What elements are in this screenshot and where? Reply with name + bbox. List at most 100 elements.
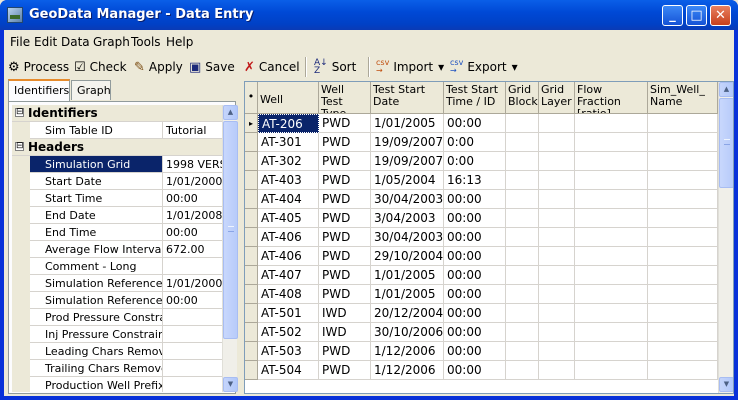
table-cell[interactable]: PWD	[319, 247, 371, 266]
table-cell[interactable]	[506, 152, 539, 171]
table-cell[interactable]	[506, 133, 539, 152]
row-selector[interactable]	[245, 209, 258, 228]
property-value[interactable]	[164, 343, 222, 359]
table-cell[interactable]	[539, 114, 575, 133]
row-selector[interactable]	[245, 152, 258, 171]
row-selector[interactable]	[245, 171, 258, 190]
table-cell[interactable]	[539, 285, 575, 304]
row-selector[interactable]	[245, 190, 258, 209]
table-cell[interactable]	[506, 209, 539, 228]
table-cell[interactable]: 00:00	[444, 190, 506, 209]
table-cell[interactable]: AT-302	[258, 152, 319, 171]
table-cell[interactable]: 1/12/2006	[371, 342, 444, 361]
tab-graph[interactable]: Graph	[71, 80, 111, 100]
row-selector[interactable]	[245, 247, 258, 266]
table-cell[interactable]	[575, 247, 648, 266]
category-headers[interactable]: ⊟ Headers	[12, 139, 222, 156]
table-cell[interactable]: 19/09/2007	[371, 152, 444, 171]
grid-scrollbar[interactable]: ▲ ▼	[718, 82, 733, 393]
export-button[interactable]: csv → Export ▾	[450, 58, 518, 76]
table-cell[interactable]	[648, 133, 718, 152]
column-header[interactable]: Flow Fraction [ratio]	[575, 82, 648, 114]
import-dropdown-arrow[interactable]: ▾	[438, 60, 444, 74]
table-cell[interactable]	[575, 209, 648, 228]
table-cell[interactable]	[575, 304, 648, 323]
column-header[interactable]: Well Test Type	[319, 82, 371, 114]
table-cell[interactable]: PWD	[319, 285, 371, 304]
grid-scroll-thumb[interactable]	[719, 98, 733, 188]
table-cell[interactable]: PWD	[319, 133, 371, 152]
table-cell[interactable]	[648, 247, 718, 266]
row-selector[interactable]	[245, 266, 258, 285]
table-cell[interactable]	[575, 190, 648, 209]
app-icon[interactable]	[7, 7, 23, 23]
table-cell[interactable]: 29/10/2004	[371, 247, 444, 266]
table-cell[interactable]: AT-501	[258, 304, 319, 323]
table-cell[interactable]	[539, 266, 575, 285]
property-row[interactable]: Average Flow Interval [672.00	[12, 241, 222, 258]
table-cell[interactable]: 00:00	[444, 228, 506, 247]
scroll-down-button[interactable]: ▼	[223, 377, 238, 392]
table-cell[interactable]: AT-406	[258, 228, 319, 247]
close-button[interactable]: ✕	[710, 5, 731, 26]
column-header[interactable]: Grid Layer	[539, 82, 575, 114]
property-value[interactable]: 1/01/2000	[164, 173, 222, 189]
table-cell[interactable]: 1/01/2005	[371, 285, 444, 304]
column-header[interactable]: Test Start Date	[371, 82, 444, 114]
table-cell[interactable]: AT-504	[258, 361, 319, 380]
row-selector[interactable]	[245, 323, 258, 342]
table-cell[interactable]: AT-403	[258, 171, 319, 190]
export-dropdown-arrow[interactable]: ▾	[512, 60, 518, 74]
table-cell[interactable]: AT-301	[258, 133, 319, 152]
cancel-button[interactable]: ✗ Cancel	[244, 58, 300, 76]
row-selector[interactable]	[245, 133, 258, 152]
table-cell[interactable]: 00:00	[444, 114, 506, 133]
table-cell[interactable]	[506, 190, 539, 209]
panel-splitter[interactable]	[238, 80, 242, 394]
table-cell[interactable]	[539, 133, 575, 152]
minimize-button[interactable]: _	[662, 5, 683, 26]
row-selector[interactable]	[245, 342, 258, 361]
property-row[interactable]: Inj Pressure Constraint	[12, 326, 222, 343]
table-cell[interactable]	[539, 209, 575, 228]
scroll-thumb[interactable]	[223, 121, 238, 339]
row-selector[interactable]	[245, 228, 258, 247]
property-value[interactable]: 1/01/2008	[164, 207, 222, 223]
table-cell[interactable]	[648, 190, 718, 209]
table-cell[interactable]: AT-206	[258, 114, 319, 133]
table-cell[interactable]: 00:00	[444, 304, 506, 323]
table-cell[interactable]	[648, 228, 718, 247]
collapse-toggle-icon[interactable]: ⊟	[15, 108, 24, 117]
property-value[interactable]	[164, 377, 222, 392]
property-row[interactable]: End Date 1/01/2008	[12, 207, 222, 224]
table-cell[interactable]: 00:00	[444, 285, 506, 304]
property-value[interactable]	[164, 326, 222, 342]
grid-scroll-up-button[interactable]: ▲	[719, 82, 733, 97]
table-cell[interactable]: AT-404	[258, 190, 319, 209]
table-cell[interactable]	[575, 266, 648, 285]
table-cell[interactable]	[539, 304, 575, 323]
table-cell[interactable]	[539, 323, 575, 342]
table-cell[interactable]	[506, 323, 539, 342]
table-cell[interactable]: 00:00	[444, 247, 506, 266]
property-row[interactable]: Sim Table ID Tutorial	[12, 122, 222, 139]
table-cell[interactable]	[575, 342, 648, 361]
table-cell[interactable]: 1/01/2005	[371, 114, 444, 133]
table-cell[interactable]	[648, 361, 718, 380]
table-cell[interactable]	[506, 247, 539, 266]
table-cell[interactable]	[648, 323, 718, 342]
tab-identifiers[interactable]: Identifiers	[8, 79, 70, 101]
table-cell[interactable]: 00:00	[444, 209, 506, 228]
table-cell[interactable]: PWD	[319, 228, 371, 247]
table-cell[interactable]: 30/10/2006	[371, 323, 444, 342]
menu-file[interactable]: File	[10, 35, 30, 49]
table-cell[interactable]	[506, 114, 539, 133]
property-value[interactable]: 00:00	[164, 190, 222, 206]
table-cell[interactable]	[575, 114, 648, 133]
table-cell[interactable]: IWD	[319, 323, 371, 342]
table-cell[interactable]: AT-405	[258, 209, 319, 228]
table-cell[interactable]	[648, 342, 718, 361]
save-button[interactable]: ▣ Save	[189, 58, 235, 76]
table-cell[interactable]	[575, 133, 648, 152]
property-row[interactable]: Prod Pressure Constrain	[12, 309, 222, 326]
